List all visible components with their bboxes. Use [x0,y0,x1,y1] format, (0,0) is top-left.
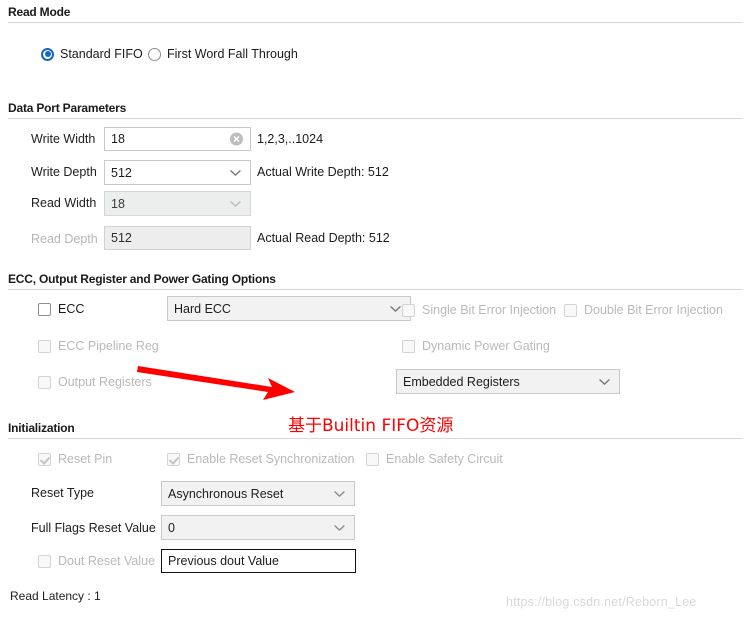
actual-read-depth: Actual Read Depth: 512 [257,231,390,245]
checkbox-enable-safety-circuit: Enable Safety Circuit [366,452,503,466]
checkbox-ecc-label: ECC [58,302,85,316]
watermark-text: https://blog.csdn.net/Reborn_Lee [506,595,697,609]
label-read-depth: Read Depth [31,232,98,246]
checkbox-double-bit-error-injection: Double Bit Error Injection [564,303,723,317]
dout-reset-value: Previous dout Value [168,554,279,568]
checkbox-single-bit-error-injection-control [402,303,415,317]
radio-first-word-fall-through-control[interactable] [148,47,161,61]
label-write-depth: Write Depth [31,165,97,179]
checkbox-reset-pin-control [38,452,51,466]
checkbox-double-bit-error-injection-control [564,303,577,317]
annotation-label: 基于Builtin FIFO资源 [288,416,454,436]
checkbox-output-registers-label: Output Registers [58,375,152,389]
checkbox-output-registers: Output Registers [38,375,152,389]
section-header-read-mode: Read Mode [8,5,71,19]
radio-standard-fifo-control[interactable] [41,47,54,61]
ecc-type-dropdown[interactable]: Hard ECC [167,296,411,321]
read-depth-value: 512 [111,231,132,245]
read-width-dropdown: 18 [104,191,251,216]
checkbox-single-bit-error-injection-label: Single Bit Error Injection [422,303,557,317]
chevron-down-icon [334,524,345,531]
checkbox-ecc-pipeline-reg: ECC Pipeline Reg [38,339,159,353]
radio-standard-fifo[interactable]: Standard FIFO [41,47,143,61]
section-divider-read-mode [8,22,743,23]
label-full-flags-reset-value: Full Flags Reset Value [31,521,156,535]
write-width-value: 18 [111,132,125,146]
section-header-ecc: ECC, Output Register and Power Gating Op… [8,272,276,286]
checkbox-dynamic-power-gating-control [402,339,415,353]
fifo-config-panel: Read Mode Standard FIFO First Word Fall … [0,0,745,621]
checkbox-dout-reset-value-control [38,554,51,568]
label-reset-type: Reset Type [31,486,95,500]
write-width-input[interactable]: 18 [104,127,251,151]
checkbox-enable-reset-synchronization-control [167,452,180,466]
checkbox-enable-reset-synchronization-label: Enable Reset Synchronization [187,452,355,466]
clear-circle-icon[interactable] [230,132,243,146]
full-flags-reset-value: 0 [168,520,175,535]
checkbox-double-bit-error-injection-label: Double Bit Error Injection [584,303,723,317]
checkbox-ecc-pipeline-reg-label: ECC Pipeline Reg [58,339,159,353]
read-latency-text: Read Latency : 1 [10,589,101,603]
reset-type-value: Asynchronous Reset [168,486,284,501]
chevron-down-icon [230,200,241,207]
ecc-type-value: Hard ECC [174,301,231,316]
label-write-width: Write Width [31,132,96,146]
checkbox-enable-safety-circuit-label: Enable Safety Circuit [386,452,503,466]
reset-type-dropdown[interactable]: Asynchronous Reset [161,481,355,506]
chevron-down-icon [599,378,610,385]
checkbox-reset-pin-label: Reset Pin [58,452,113,466]
section-divider-ecc [8,289,743,290]
checkbox-enable-reset-synchronization: Enable Reset Synchronization [167,452,354,466]
checkbox-single-bit-error-injection: Single Bit Error Injection [402,303,556,317]
section-header-data-port: Data Port Parameters [8,101,127,115]
read-depth-input: 512 [104,226,251,250]
checkbox-output-registers-control [38,375,51,389]
checkbox-dynamic-power-gating: Dynamic Power Gating [402,339,550,353]
register-type-dropdown[interactable]: Embedded Registers [396,369,620,394]
checkbox-enable-safety-circuit-control [366,452,379,466]
checkbox-dout-reset-value-label: Dout Reset Value [58,554,156,568]
section-header-initialization: Initialization [8,421,75,435]
register-type-value: Embedded Registers [403,374,520,389]
checkbox-reset-pin: Reset Pin [38,452,112,466]
label-read-width: Read Width [31,196,97,210]
write-depth-value: 512 [111,165,132,180]
section-divider-initialization [8,438,743,439]
dout-reset-value-input[interactable]: Previous dout Value [161,549,356,573]
write-depth-dropdown[interactable]: 512 [104,160,251,185]
checkbox-ecc[interactable]: ECC [38,302,84,316]
radio-first-word-fall-through-label: First Word Fall Through [167,47,298,61]
read-width-value: 18 [111,196,125,211]
checkbox-ecc-control[interactable] [38,302,51,316]
checkbox-ecc-pipeline-reg-control [38,339,51,353]
checkbox-dout-reset-value: Dout Reset Value [38,554,155,568]
write-width-hint: 1,2,3,..1024 [257,132,324,146]
actual-write-depth: Actual Write Depth: 512 [257,165,389,179]
radio-first-word-fall-through[interactable]: First Word Fall Through [148,47,298,61]
chevron-down-icon [334,490,345,497]
radio-standard-fifo-label: Standard FIFO [60,47,143,61]
section-divider-data-port [8,118,743,119]
chevron-down-icon [230,169,241,176]
checkbox-dynamic-power-gating-label: Dynamic Power Gating [422,339,550,353]
full-flags-reset-value-dropdown[interactable]: 0 [161,515,355,540]
chevron-down-icon [390,305,401,312]
